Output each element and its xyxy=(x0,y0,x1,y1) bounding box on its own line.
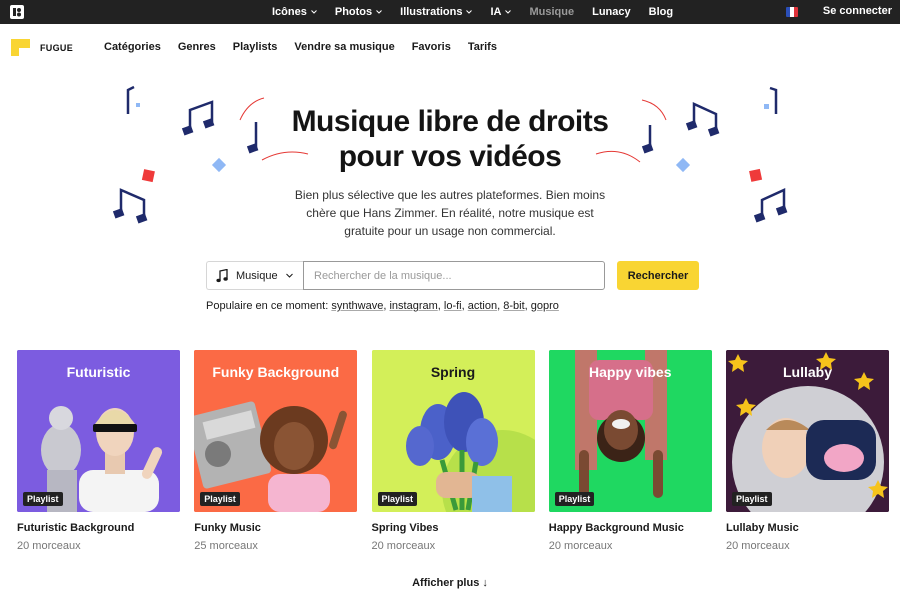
top-nav-icones[interactable]: Icônes xyxy=(272,6,317,18)
top-nav: Icônes Photos Illustrations IA Musique L… xyxy=(272,0,691,24)
thumb-title: Spring xyxy=(430,364,476,380)
top-nav-illustrations[interactable]: Illustrations xyxy=(400,6,473,18)
chevron-down-icon xyxy=(466,10,473,14)
hero-title: Musique libre de droits pour vos vidéos xyxy=(0,104,900,174)
chevron-down-icon xyxy=(285,273,293,278)
playlist-thumbnail[interactable]: Funky Background Playlist xyxy=(194,350,358,512)
popular-tags: Populaire en ce moment: synthwave, insta… xyxy=(206,300,559,312)
playlist-badge: Playlist xyxy=(23,492,63,506)
top-nav-label: Icônes xyxy=(272,6,307,18)
playlist-badge: Playlist xyxy=(377,492,418,506)
card-count: 20 morceaux xyxy=(726,540,790,552)
icons8-logo-icon[interactable] xyxy=(10,5,24,19)
music-note-icon xyxy=(112,188,148,224)
thumb-title: Lullaby xyxy=(782,364,832,380)
card-count: 25 morceaux xyxy=(194,540,258,552)
playlist-thumbnail[interactable]: Happy vibes Playlist xyxy=(548,350,712,512)
chevron-down-icon xyxy=(376,10,382,14)
top-nav-label: IA xyxy=(490,6,502,18)
top-bar: Icônes Photos Illustrations IA Musique L… xyxy=(0,0,900,24)
playlist-card-spring[interactable]: Spring Playlist Spring Vibes 20 morceaux xyxy=(371,350,535,552)
hero-title-line2: pour vos vidéos xyxy=(338,140,562,173)
top-nav-label: Illustrations xyxy=(400,6,463,18)
thumb-title: Futuristic xyxy=(66,364,131,380)
search-button[interactable]: Rechercher xyxy=(617,261,699,290)
chevron-down-icon xyxy=(311,10,317,14)
fr-flag-icon[interactable] xyxy=(786,7,798,17)
card-title[interactable]: Spring Vibes xyxy=(372,522,535,534)
search-type-label: Musique xyxy=(236,269,278,282)
top-nav-label: Musique xyxy=(529,6,575,18)
brand-name: FUGUE xyxy=(40,42,73,53)
playlist-thumbnail[interactable]: Futuristic Playlist xyxy=(17,350,180,512)
playlist-thumbnail[interactable]: Spring Playlist xyxy=(371,350,535,512)
top-nav-musique[interactable]: Musique xyxy=(529,6,574,18)
popular-tag-action[interactable]: action xyxy=(468,300,497,312)
subnav-sell-music[interactable]: Vendre sa musique xyxy=(294,41,394,53)
search-input[interactable] xyxy=(303,261,605,290)
sign-in-link[interactable]: Se connecter xyxy=(823,5,892,17)
playlist-card-happy[interactable]: Happy vibes Playlist Happy Background Mu… xyxy=(548,350,712,552)
playlist-badge: Playlist xyxy=(554,492,595,506)
playlist-card-futuristic[interactable]: Futuristic Playlist Futuristic Backgroun… xyxy=(17,350,180,552)
hero-subtitle: Bien plus sélective que les autres plate… xyxy=(294,188,606,238)
card-count: 20 morceaux xyxy=(548,540,613,552)
popular-tag-8bit[interactable]: 8-bit xyxy=(503,300,524,312)
music-note-icon xyxy=(216,268,228,282)
thumb-title: Funky Background xyxy=(212,364,340,380)
chevron-down-icon xyxy=(505,10,512,14)
popular-tag-lofi[interactable]: lo-fi xyxy=(444,300,462,312)
top-nav-lunacy[interactable]: Lunacy xyxy=(592,6,631,18)
popular-tag-instagram[interactable]: instagram xyxy=(389,300,437,312)
subnav-links: Catégories Genres Playlists Vendre sa mu… xyxy=(104,41,514,53)
subnav-favorites[interactable]: Favoris xyxy=(412,41,451,53)
show-more-button[interactable]: Afficher plus ↓ xyxy=(412,577,488,589)
playlist-card-lullaby[interactable]: Lullaby Playlist Lullaby Music 20 morcea… xyxy=(726,350,889,552)
fugue-brand[interactable]: FUGUE xyxy=(11,39,73,56)
show-more: Afficher plus ↓ xyxy=(0,577,900,589)
popular-label: Populaire en ce moment: xyxy=(206,300,329,312)
top-nav-label: Blog xyxy=(648,6,674,18)
top-nav-label: Lunacy xyxy=(592,6,631,18)
subnav-pricing[interactable]: Tarifs xyxy=(468,41,497,53)
subnav-playlists[interactable]: Playlists xyxy=(233,41,278,53)
fugue-logo-icon xyxy=(11,39,30,56)
playlist-badge: Playlist xyxy=(732,492,772,506)
card-title[interactable]: Lullaby Music xyxy=(726,522,889,534)
top-nav-photos[interactable]: Photos xyxy=(335,6,382,18)
playlist-cards: Futuristic Playlist Futuristic Backgroun… xyxy=(17,350,889,552)
search-type-select[interactable]: Musique xyxy=(206,261,303,290)
card-count: 20 morceaux xyxy=(17,540,81,552)
top-nav-label: Photos xyxy=(334,6,373,18)
card-title[interactable]: Happy Background Music xyxy=(549,522,712,534)
card-count: 20 morceaux xyxy=(371,540,436,552)
playlist-badge: Playlist xyxy=(200,492,240,506)
playlist-thumbnail[interactable]: Lullaby Playlist xyxy=(726,350,889,512)
thumb-title: Happy vibes xyxy=(589,364,672,380)
popular-tag-gopro[interactable]: gopro xyxy=(531,300,559,312)
card-title[interactable]: Futuristic Background xyxy=(17,522,180,534)
hero-title-line1: Musique libre de droits xyxy=(291,105,609,138)
top-nav-blog[interactable]: Blog xyxy=(649,6,673,18)
secondary-nav: FUGUE Catégories Genres Playlists Vendre… xyxy=(0,24,900,70)
search-bar: Musique Rechercher xyxy=(206,261,699,290)
playlist-card-funky[interactable]: Funky Background Playlist Funky Music 25… xyxy=(194,350,358,552)
popular-tag-synthwave[interactable]: synthwave xyxy=(331,300,383,312)
subnav-genres[interactable]: Genres xyxy=(178,41,216,53)
top-nav-ia[interactable]: IA xyxy=(490,6,512,18)
subnav-categories[interactable]: Catégories xyxy=(104,41,161,53)
music-note-icon xyxy=(753,188,788,223)
card-title[interactable]: Funky Music xyxy=(194,522,357,534)
